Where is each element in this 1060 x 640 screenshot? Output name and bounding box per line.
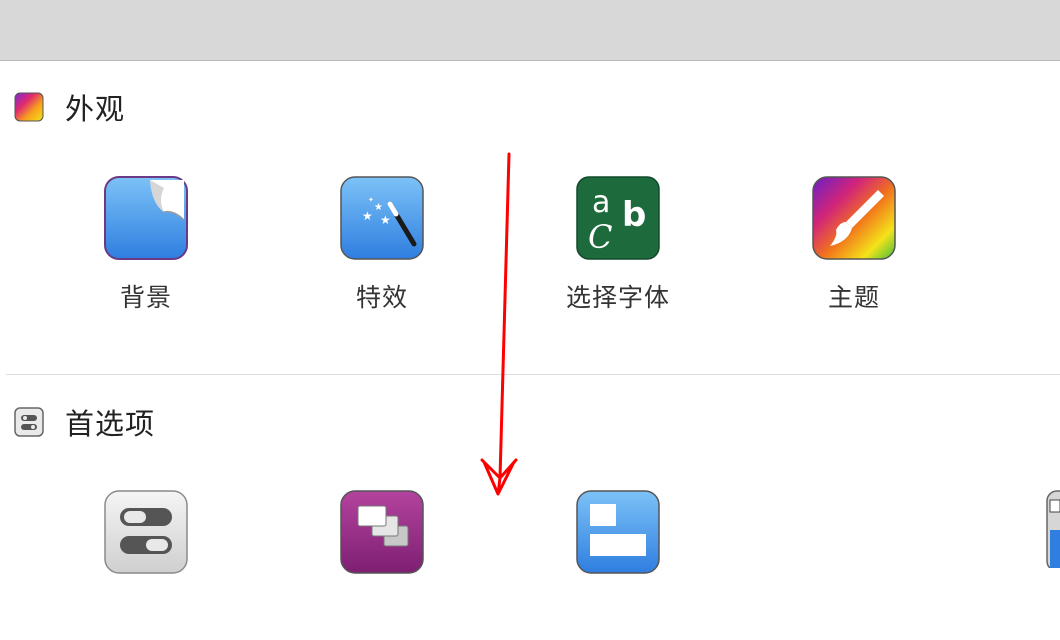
tile-theme[interactable]: 主题: [764, 176, 944, 326]
tile-choose-font[interactable]: a b C 选择字体: [528, 176, 708, 326]
svg-text:a: a: [592, 185, 610, 220]
svg-text:C: C: [588, 218, 612, 256]
tile-general[interactable]: [56, 490, 236, 640]
windows-icon: [340, 490, 424, 574]
layout-panel-icon: [576, 490, 660, 574]
section-title-preferences: 首选项: [65, 407, 156, 441]
magic-wand-icon: ★ ★ ★ ✦: [340, 176, 424, 260]
font-icon: a b C: [576, 176, 660, 260]
section-title-appearance: 外观: [65, 92, 126, 126]
preferences-section-icon: [14, 406, 46, 438]
partial-app-icon[interactable]: [1046, 490, 1060, 568]
tile-panel-layout[interactable]: [528, 490, 708, 640]
svg-text:★: ★: [380, 213, 391, 227]
section-header-preferences: 首选项: [14, 405, 155, 441]
tile-label-effects: 特效: [355, 283, 408, 312]
section-divider: [6, 374, 1060, 375]
section-header-appearance: 外观: [14, 90, 125, 126]
tile-background[interactable]: 背景: [56, 176, 236, 326]
appearance-section-icon: [14, 91, 46, 123]
tile-effects[interactable]: ★ ★ ★ ✦ 特效: [292, 176, 472, 326]
svg-text:✦: ✦: [368, 196, 374, 204]
theme-brush-icon: [812, 176, 896, 260]
general-toggles-icon: [104, 490, 188, 574]
window-toolbar: [0, 0, 1060, 61]
tile-windows[interactable]: [292, 490, 472, 640]
tile-label-choose-font: 选择字体: [565, 283, 670, 312]
tile-label-theme: 主题: [827, 283, 880, 312]
svg-text:★: ★: [362, 209, 373, 223]
svg-text:★: ★: [374, 202, 383, 213]
svg-text:b: b: [622, 195, 646, 235]
tile-label-background: 背景: [119, 283, 172, 312]
wallpaper-icon: [104, 176, 188, 260]
